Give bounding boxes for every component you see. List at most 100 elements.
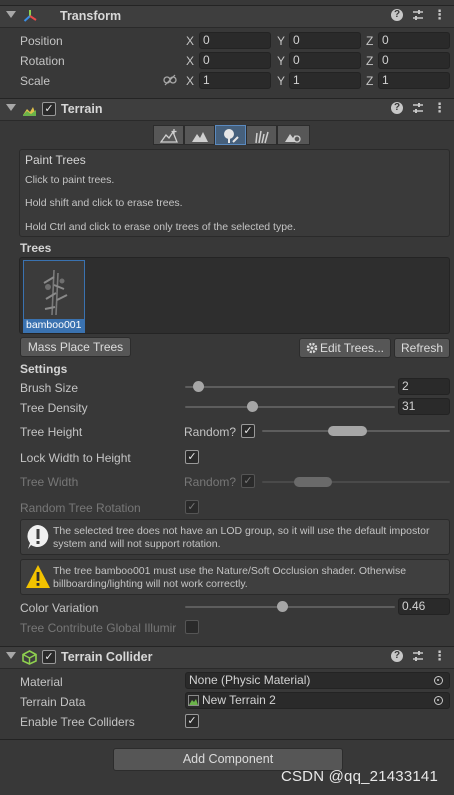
position-label: Position [20, 34, 63, 48]
terrain-settings-icon [285, 134, 301, 143]
rotation-x-axis: X [186, 54, 195, 68]
scale-x-axis: X [186, 74, 195, 88]
mass-place-trees-button[interactable]: Mass Place Trees [20, 337, 131, 357]
brush-size-track[interactable] [185, 386, 395, 388]
global-illum-label: Tree Contribute Global Illumir [20, 621, 177, 635]
collider-header[interactable]: ✓ Terrain Collider ? ⋮ [0, 646, 454, 669]
help-icon[interactable]: ? [391, 9, 403, 21]
terrain-data-asset-icon [188, 695, 199, 706]
terrain-tool-tabs [153, 125, 310, 145]
component-divider [0, 739, 454, 740]
terrain-data-object-field[interactable]: New Terrain 2 [185, 692, 450, 709]
position-y-field[interactable]: 0 [289, 32, 361, 49]
tool-description-box: Paint Trees Click to paint trees. Hold s… [19, 149, 450, 237]
scale-y-axis: Y [277, 74, 286, 88]
tool-help-line-2: Hold shift and click to erase trees. [25, 197, 183, 209]
tab-create-neighbor[interactable] [153, 125, 184, 145]
lock-width-checkbox[interactable]: ✓ [185, 450, 199, 464]
refresh-button[interactable]: Refresh [394, 338, 450, 358]
paint-details-icon [255, 130, 269, 144]
rotation-x-field[interactable]: 0 [199, 52, 271, 69]
presets-icon[interactable] [412, 9, 424, 21]
scale-y-field[interactable]: 1 [289, 72, 361, 89]
foldout-arrow-icon[interactable] [6, 652, 16, 659]
collider-icon [22, 650, 37, 665]
paint-terrain-icon [192, 132, 208, 142]
rotation-y-axis: Y [277, 54, 286, 68]
presets-icon[interactable] [412, 650, 424, 662]
watermark: CSDN @qq_21433141 [280, 768, 438, 785]
position-z-axis: Z [366, 34, 374, 48]
rotation-label: Rotation [20, 54, 65, 68]
tool-title: Paint Trees [25, 153, 86, 167]
collider-title: Terrain Collider [61, 650, 153, 664]
collider-enabled-checkbox[interactable]: ✓ [42, 650, 56, 664]
rotation-z-axis: Z [366, 54, 374, 68]
terrain-title: Terrain [61, 102, 103, 116]
tree-height-label: Tree Height [20, 425, 83, 439]
color-variation-label: Color Variation [20, 601, 99, 615]
help-icon[interactable]: ? [391, 102, 403, 114]
enable-tree-colliders-label: Enable Tree Colliders [20, 715, 135, 729]
tab-paint-terrain[interactable] [184, 125, 215, 145]
warning-icon [26, 565, 50, 588]
tree-density-field[interactable]: 31 [398, 398, 450, 415]
rotation-y-field[interactable]: 0 [289, 52, 361, 69]
brush-size-label: Brush Size [20, 381, 79, 395]
color-variation-field[interactable]: 0.46 [398, 598, 450, 615]
constrain-proportions-icon[interactable] [163, 74, 177, 86]
terrain-enabled-checkbox[interactable]: ✓ [42, 102, 56, 116]
info-icon [27, 525, 49, 549]
object-picker-icon[interactable] [434, 676, 443, 685]
terrain-icon [23, 107, 36, 116]
foldout-arrow-icon[interactable] [6, 104, 16, 111]
tree-height-range-handle[interactable] [328, 426, 367, 436]
lock-width-label: Lock Width to Height [20, 451, 131, 465]
scale-x-field[interactable]: 1 [199, 72, 271, 89]
tree-height-random-checkbox[interactable]: ✓ [241, 424, 255, 438]
tree-item[interactable]: bamboo001 [23, 260, 85, 333]
tab-terrain-settings[interactable] [277, 125, 310, 145]
material-object-field[interactable]: None (Physic Material) [185, 672, 450, 689]
enable-tree-colliders-checkbox[interactable]: ✓ [185, 714, 199, 728]
position-z-field[interactable]: 0 [378, 32, 450, 49]
tool-help-line-3: Hold Ctrl and click to erase only trees … [25, 221, 296, 233]
tree-list[interactable]: bamboo001 [19, 257, 450, 334]
edit-trees-button[interactable]: Edit Trees... [299, 338, 391, 358]
tool-help-line-1: Click to paint trees. [25, 174, 115, 186]
scale-z-field[interactable]: 1 [378, 72, 450, 89]
position-x-axis: X [186, 34, 195, 48]
rotation-z-field[interactable]: 0 [378, 52, 450, 69]
object-picker-icon[interactable] [434, 696, 443, 705]
random-rotation-checkbox: ✓ [185, 500, 199, 514]
tree-density-track[interactable] [185, 406, 395, 408]
scale-z-axis: Z [366, 74, 374, 88]
terrain-header[interactable]: ✓ Terrain ? ⋮ [0, 98, 454, 121]
settings-label: Settings [20, 362, 68, 376]
transform-title: Transform [60, 9, 122, 23]
tab-paint-trees[interactable] [215, 125, 246, 145]
foldout-arrow-icon[interactable] [6, 11, 16, 18]
tab-paint-details[interactable] [246, 125, 277, 145]
more-options-icon[interactable]: ⋮ [433, 101, 446, 114]
tree-width-label: Tree Width [20, 475, 79, 489]
shader-warning-box: The tree bamboo001 must use the Nature/S… [20, 559, 450, 595]
edit-trees-label: Edit Trees... [319, 341, 385, 355]
tree-height-random-label: Random? [184, 425, 237, 439]
position-y-axis: Y [277, 34, 286, 48]
transform-header[interactable]: Transform ? ⋮ [0, 5, 454, 28]
color-variation-track[interactable] [185, 606, 395, 608]
terrain-data-label: Terrain Data [20, 695, 86, 709]
tree-density-slider-handle[interactable] [246, 401, 258, 412]
brush-size-field[interactable]: 2 [398, 378, 450, 395]
position-x-field[interactable]: 0 [199, 32, 271, 49]
shader-warning-text: The tree bamboo001 must use the Nature/S… [53, 565, 407, 590]
color-variation-slider-handle[interactable] [276, 601, 288, 612]
more-options-icon[interactable]: ⋮ [433, 649, 446, 662]
brush-size-slider-handle[interactable] [192, 381, 204, 392]
material-label: Material [20, 675, 63, 689]
more-options-icon[interactable]: ⋮ [433, 8, 446, 21]
presets-icon[interactable] [412, 102, 424, 114]
lod-info-text: The selected tree does not have an LOD g… [53, 525, 430, 550]
help-icon[interactable]: ? [391, 650, 403, 662]
